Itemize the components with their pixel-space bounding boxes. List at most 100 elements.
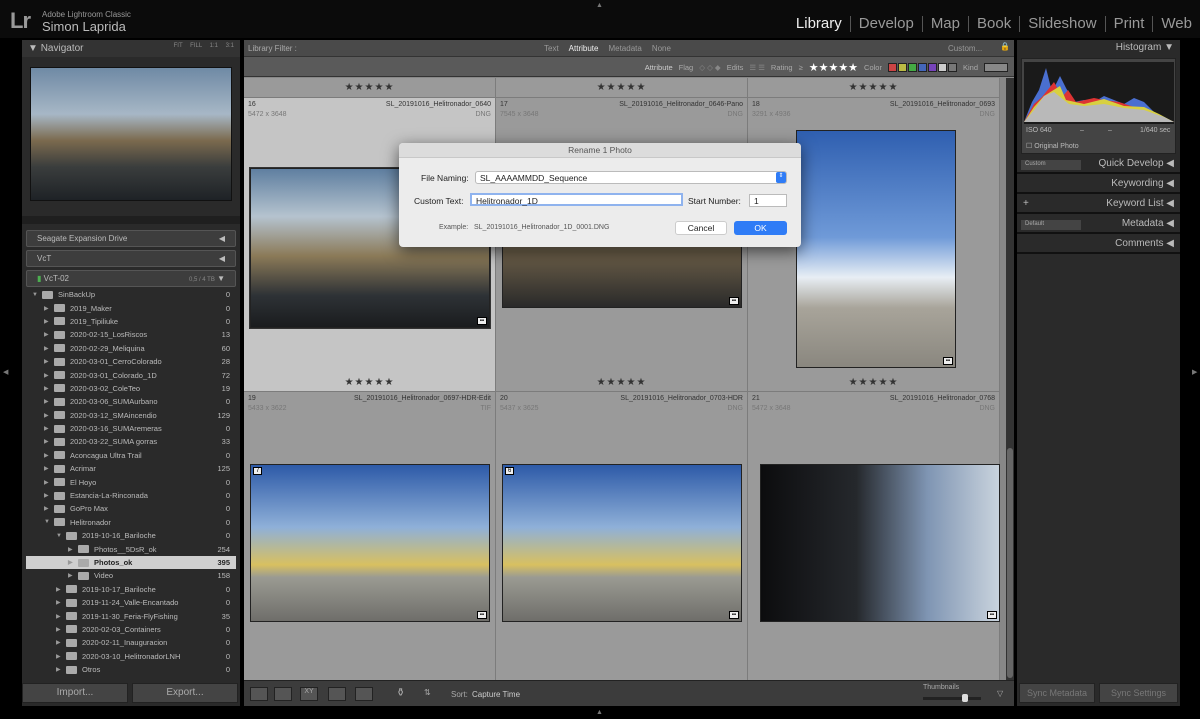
disclosure-triangle-icon[interactable]: ▶: [44, 331, 54, 338]
module-print[interactable]: Print: [1104, 16, 1153, 32]
metadata-preset[interactable]: Default: [1021, 220, 1081, 230]
grid-view-button[interactable]: [250, 687, 268, 701]
sync-metadata-button[interactable]: Sync Metadata: [1019, 683, 1095, 703]
folder-row[interactable]: ▶ 2020-03-10_HelitronadorLNH 0: [26, 650, 236, 663]
filter-tab-text[interactable]: Text: [544, 44, 559, 53]
rating-stars[interactable]: ★★★★★: [748, 78, 1000, 98]
disclosure-triangle-icon[interactable]: ▶: [44, 358, 54, 365]
file-naming-select[interactable]: SL_AAAAMMDD_Sequence ⇕: [475, 171, 787, 184]
disclosure-triangle-icon[interactable]: ▼: [44, 519, 54, 525]
color-label-swatch[interactable]: [897, 63, 907, 72]
histogram-header[interactable]: Histogram ▼: [1017, 40, 1180, 58]
rating-stars[interactable]: ★★★★★: [496, 78, 748, 98]
drive-vct-02[interactable]: ▮ VcT-02 0,5 / 4 TB ▼: [26, 270, 236, 287]
quick-develop-section[interactable]: Custom Quick Develop ◀: [1017, 156, 1180, 174]
flag-icons[interactable]: ◇ ◇ ◆: [699, 63, 720, 72]
sync-settings-button[interactable]: Sync Settings: [1099, 683, 1178, 703]
folder-row[interactable]: ▶ 2020-03-01_Colorado_1D 72: [26, 368, 236, 381]
folder-row[interactable]: ▶ 2020-03-12_SMAincendio 129: [26, 409, 236, 422]
color-label-swatch[interactable]: [907, 63, 917, 72]
folder-row[interactable]: ▶ GoPro Max 0: [26, 502, 236, 515]
disclosure-triangle-icon[interactable]: ▶: [44, 345, 54, 352]
folder-row[interactable]: ▼ 2019-10-16_Bariloche 0: [26, 529, 236, 542]
import-button[interactable]: Import...: [22, 683, 128, 703]
module-develop[interactable]: Develop: [849, 16, 922, 32]
folder-row[interactable]: ▶ Photos_ok 395: [26, 555, 236, 570]
filter-tab-metadata[interactable]: Metadata: [608, 44, 641, 53]
rating-stars[interactable]: ★★★★★: [244, 78, 496, 98]
folder-row[interactable]: ▶ 2020-02-15_LosRiscos 13: [26, 328, 236, 341]
disclosure-triangle-icon[interactable]: ▶: [56, 599, 66, 606]
color-label-swatch[interactable]: [887, 63, 897, 72]
painter-icon[interactable]: ⚱: [396, 686, 405, 699]
disclosure-triangle-icon[interactable]: ▶: [44, 452, 54, 459]
filter-tab-attribute[interactable]: Attribute: [569, 44, 599, 53]
comments-section[interactable]: Comments ◀: [1017, 236, 1180, 254]
disclosure-triangle-icon[interactable]: ▶: [56, 666, 66, 673]
disclosure-triangle-icon[interactable]: ▶: [68, 572, 78, 579]
slider-knob[interactable]: [962, 694, 968, 702]
filter-tab-none[interactable]: None: [652, 44, 671, 53]
stack-count-badge[interactable]: 7: [253, 467, 263, 475]
disclosure-triangle-icon[interactable]: ▶: [56, 653, 66, 660]
drive-seagate[interactable]: Seagate Expansion Drive ◀: [26, 230, 236, 247]
original-photo-checkbox[interactable]: ☐ Original Photo: [1026, 142, 1079, 150]
thumbnail-size-slider[interactable]: [923, 694, 981, 702]
module-slideshow[interactable]: Slideshow: [1019, 16, 1104, 32]
disclosure-triangle-icon[interactable]: ▶: [44, 385, 54, 392]
color-label-swatch[interactable]: [937, 63, 947, 72]
compare-view-button[interactable]: XY: [300, 687, 318, 701]
color-label-swatch[interactable]: [927, 63, 937, 72]
collapse-top-icon[interactable]: ▲: [596, 2, 603, 9]
rating-stars[interactable]: ★★★★★: [496, 377, 747, 388]
people-view-button[interactable]: [355, 687, 373, 701]
keywording-section[interactable]: Keywording ◀: [1017, 176, 1180, 194]
quick-develop-preset[interactable]: Custom: [1021, 160, 1081, 170]
folder-row[interactable]: ▶ 2020-02-11_Inauguracion 0: [26, 636, 236, 649]
collapse-bottom-icon[interactable]: ▲: [596, 709, 603, 716]
folder-row[interactable]: ▶ 2019_Maker 0: [26, 301, 236, 314]
disclosure-triangle-icon[interactable]: ▶: [68, 546, 78, 553]
rating-stars[interactable]: ★★★★★: [809, 61, 858, 74]
export-button[interactable]: Export...: [132, 683, 238, 703]
ok-button[interactable]: OK: [734, 221, 787, 235]
folder-row[interactable]: ▶ 2020-03-02_ColeTeo 19: [26, 382, 236, 395]
folder-row[interactable]: ▼ SinBackUp 0: [26, 288, 236, 301]
folder-row[interactable]: ▶ 2020-02-29_Meliquina 60: [26, 342, 236, 355]
thumbnail-cell[interactable]: 19 SL_20191016_Helitronador_0697-HDR-Edit…: [244, 392, 496, 680]
folder-row[interactable]: ▶ 2019-10-17_Bariloche 0: [26, 583, 236, 596]
disclosure-triangle-icon[interactable]: ▶: [68, 559, 78, 566]
disclosure-triangle-icon[interactable]: ▼: [56, 533, 66, 539]
disclosure-triangle-icon[interactable]: ▶: [44, 412, 54, 419]
lock-icon[interactable]: 🔒: [1000, 42, 1010, 51]
navigator-zoom-3[interactable]: 3:1: [226, 43, 234, 49]
navigator-zoom-1[interactable]: FILL: [190, 43, 202, 49]
disclosure-triangle-icon[interactable]: ▶: [44, 305, 54, 312]
folder-row[interactable]: ▶ 2020-03-16_SUMAremeras 0: [26, 422, 236, 435]
navigator-header[interactable]: ▼ Navigator FIT FILL 1:1 3:1: [22, 40, 240, 57]
folder-row[interactable]: ▶ El Hoyo 0: [26, 475, 236, 488]
folder-row[interactable]: ▶ Photos__5DsR_ok 254: [26, 542, 236, 555]
navigator-preview[interactable]: [30, 67, 232, 201]
color-label-swatch[interactable]: [947, 63, 957, 72]
cancel-button[interactable]: Cancel: [675, 221, 727, 235]
disclosure-triangle-icon[interactable]: ▶: [44, 465, 54, 472]
module-book[interactable]: Book: [968, 16, 1019, 32]
thumbnail-cell[interactable]: 20 SL_20191016_Helitronador_0703-HDR 5437 …: [496, 392, 748, 680]
disclosure-triangle-icon[interactable]: ▶: [56, 586, 66, 593]
disclosure-triangle-icon[interactable]: ▶: [44, 318, 54, 325]
loupe-view-button[interactable]: [274, 687, 292, 701]
rating-stars[interactable]: ★★★★★: [244, 377, 495, 388]
folder-row[interactable]: ▶ Otros 0: [26, 663, 236, 676]
survey-view-button[interactable]: [328, 687, 346, 701]
photo-thumbnail[interactable]: ▪▪ 6: [502, 464, 742, 622]
metadata-section[interactable]: Default Metadata ◀: [1017, 216, 1180, 234]
thumbnail-cell[interactable]: 21 SL_20191016_Helitronador_0768 5472 x 36…: [748, 392, 1000, 680]
module-web[interactable]: Web: [1152, 16, 1200, 32]
disclosure-triangle-icon[interactable]: ▶: [56, 626, 66, 633]
folder-row[interactable]: ▼ Helitronador 0: [26, 516, 236, 529]
disclosure-triangle-icon[interactable]: ▶: [44, 479, 54, 486]
photo-thumbnail[interactable]: ▪▪: [796, 130, 956, 368]
filter-preset[interactable]: Custom...: [948, 44, 982, 53]
folder-row[interactable]: ▶ Estancia-La-Rinconada 0: [26, 489, 236, 502]
